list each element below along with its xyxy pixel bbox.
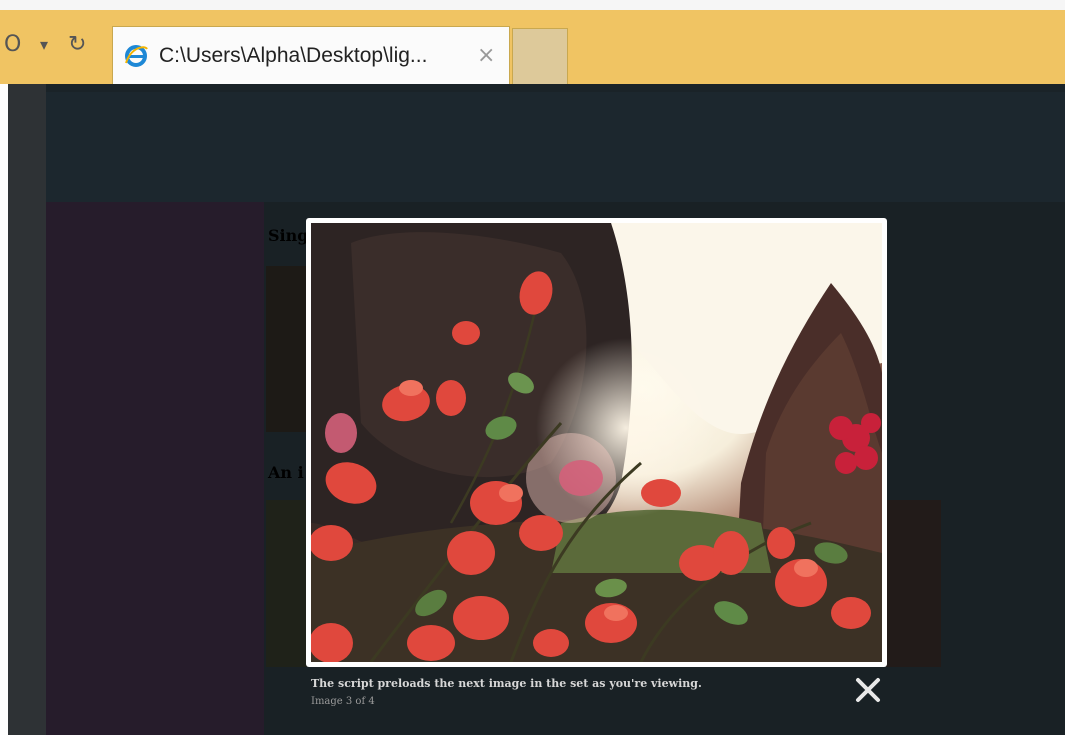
window-edge <box>0 84 8 735</box>
dropdown-icon[interactable]: ▾ <box>40 30 48 60</box>
tab-title: C:\Users\Alpha\Desktop\lig... <box>159 44 428 67</box>
lightbox-image[interactable] <box>311 223 882 662</box>
browser-tab[interactable]: C:\Users\Alpha\Desktop\lig... × <box>112 26 510 84</box>
section-heading-1: Sing <box>268 226 309 245</box>
section-heading-2: An i <box>268 463 304 482</box>
search-icon[interactable]: O <box>4 30 21 60</box>
page-header <box>46 92 1065 202</box>
lightbox-caption: The script preloads the next image in th… <box>311 677 702 690</box>
thumbnail-1[interactable] <box>266 266 308 432</box>
thumbnail-2[interactable] <box>266 500 308 667</box>
ie-icon <box>123 43 149 69</box>
close-icon[interactable] <box>852 674 884 706</box>
lightbox-counter: Image 3 of 4 <box>311 696 375 707</box>
new-tab-button[interactable] <box>512 28 568 84</box>
thumbnail-3[interactable] <box>886 500 941 667</box>
window-top-edge <box>0 0 1065 10</box>
page-side-strip <box>8 84 46 735</box>
refresh-icon[interactable]: ↻ <box>68 30 86 60</box>
lightbox-frame <box>306 218 887 667</box>
page-sidebar <box>46 202 264 735</box>
tab-close-icon[interactable]: × <box>477 40 495 72</box>
